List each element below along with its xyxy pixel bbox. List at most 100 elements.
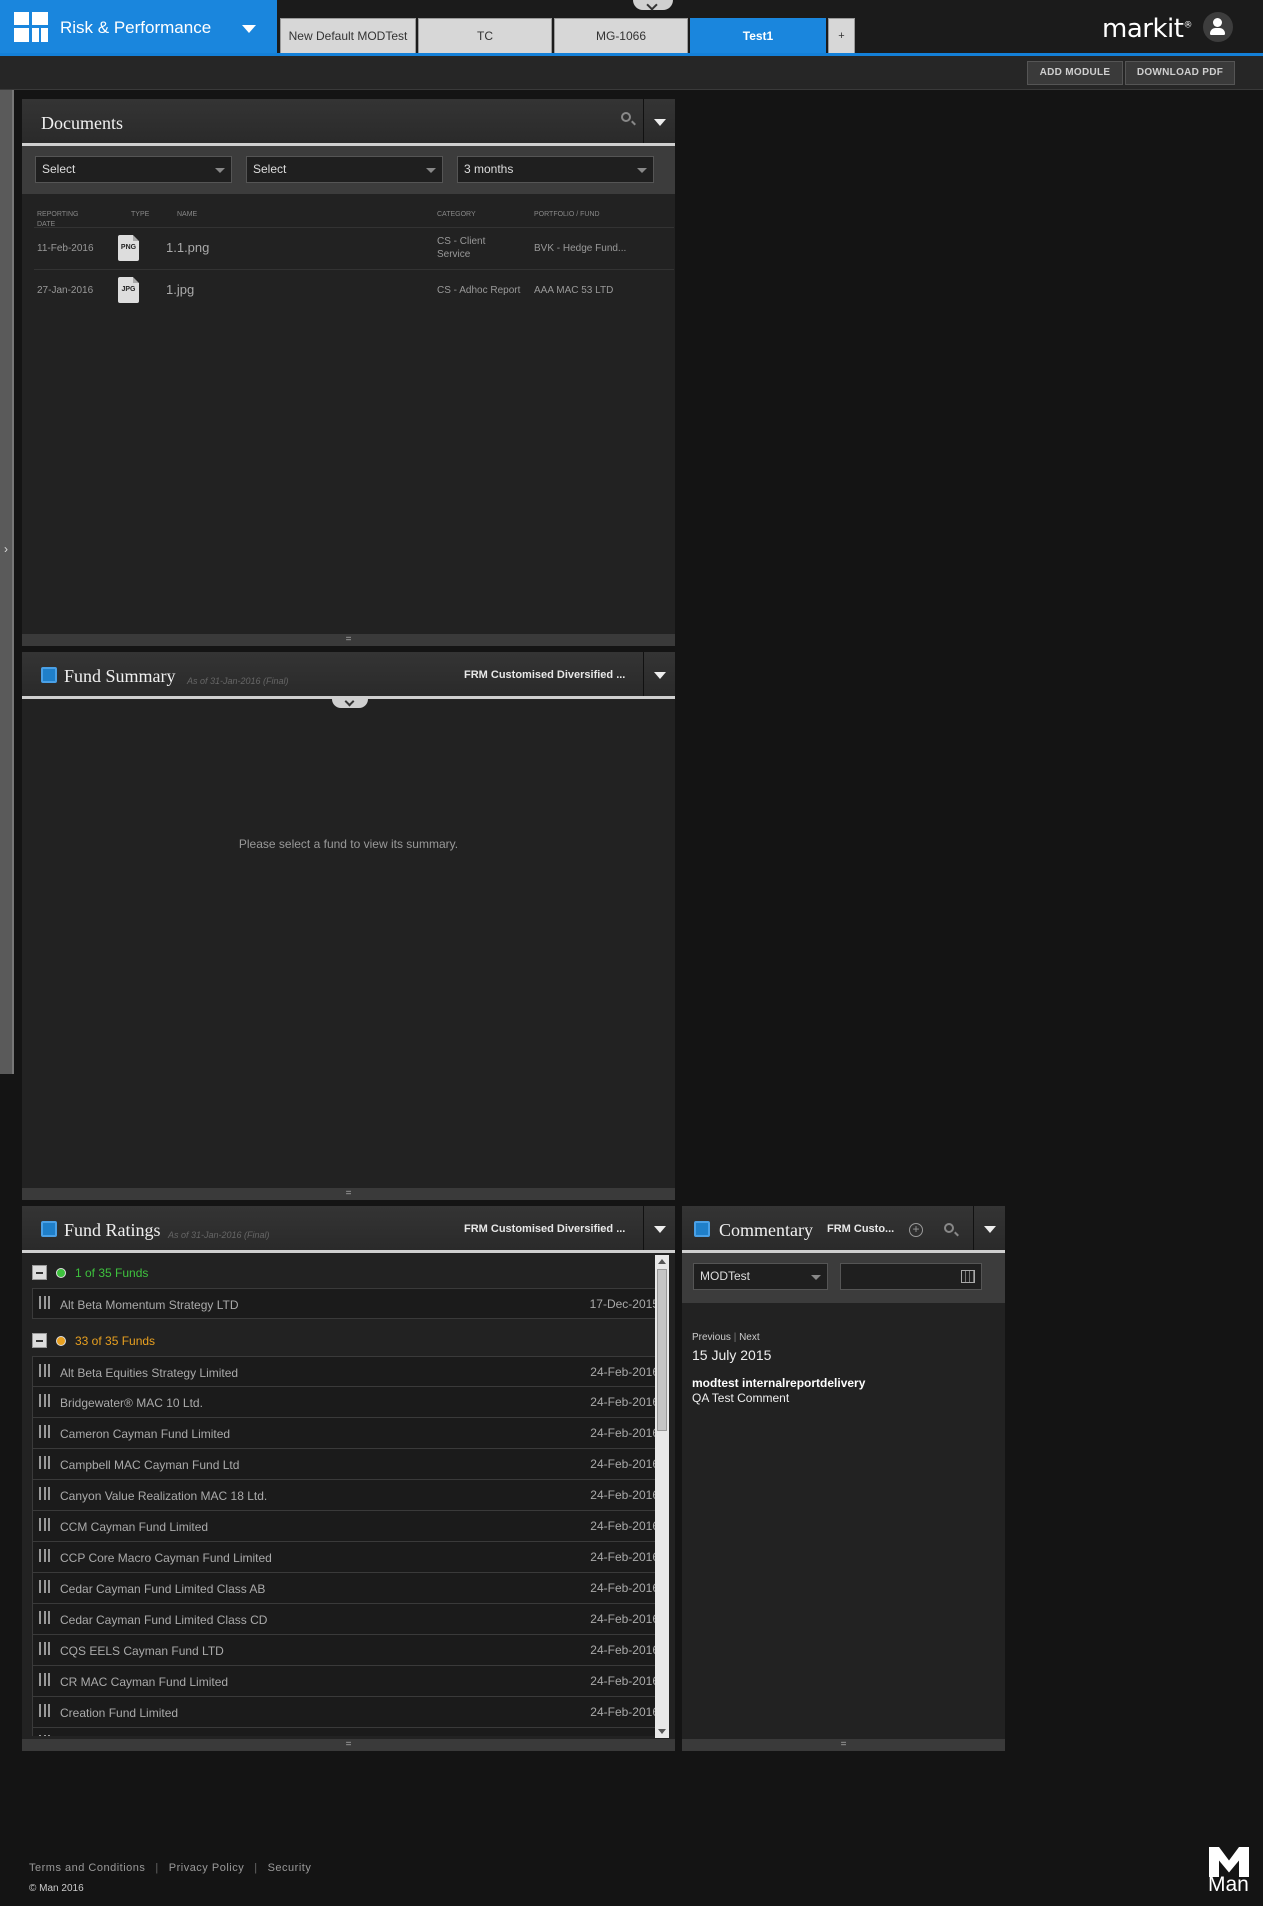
- drag-handle-icon[interactable]: [39, 1394, 50, 1407]
- list-item[interactable]: Cedar Cayman Fund Limited Class CD 24-Fe…: [32, 1604, 668, 1635]
- drag-handle-icon[interactable]: [39, 1673, 50, 1686]
- panel-menu-button[interactable]: [643, 99, 675, 143]
- tab-test1[interactable]: Test1: [690, 18, 826, 53]
- column-header-name[interactable]: NAME: [177, 210, 197, 220]
- document-portfolio: BVK - Hedge Fund...: [534, 243, 627, 254]
- author-select[interactable]: MODTest: [693, 1263, 828, 1290]
- expand-handle[interactable]: [332, 699, 368, 708]
- comment-text: QA Test Comment: [692, 1391, 790, 1405]
- user-icon[interactable]: [1203, 12, 1233, 42]
- rating-date: 24-Feb-2016: [590, 1674, 659, 1688]
- selected-fund[interactable]: FRM Custo...: [827, 1223, 894, 1235]
- previous-link[interactable]: Previous: [692, 1332, 731, 1343]
- list-item[interactable]: Cedar Cayman Fund Limited Class AB 24-Fe…: [32, 1573, 668, 1604]
- selected-fund[interactable]: FRM Customised Diversified ...: [464, 669, 625, 681]
- add-module-button[interactable]: ADD MODULE: [1027, 61, 1123, 85]
- vertical-scrollbar[interactable]: [655, 1255, 669, 1738]
- panel-color-icon: [41, 1221, 57, 1237]
- drag-handle-icon[interactable]: [39, 1487, 50, 1500]
- list-item[interactable]: Canyon Value Realization MAC 18 Ltd. 24-…: [32, 1480, 668, 1511]
- scroll-down-icon[interactable]: [658, 1729, 666, 1734]
- list-item[interactable]: Campbell MAC Cayman Fund Ltd 24-Feb-2016: [32, 1449, 668, 1480]
- terms-link[interactable]: Terms and Conditions: [29, 1862, 145, 1874]
- drag-handle-icon[interactable]: [39, 1456, 50, 1469]
- status-dot-icon: [56, 1268, 66, 1278]
- tab-new-default-modtest[interactable]: New Default MODTest: [280, 18, 416, 53]
- side-drawer-toggle[interactable]: ›: [0, 90, 14, 1074]
- drag-handle-icon[interactable]: [39, 1735, 50, 1736]
- collapse-header-handle[interactable]: [633, 0, 673, 10]
- security-link[interactable]: Security: [268, 1862, 312, 1874]
- panel-menu-button[interactable]: [973, 1206, 1005, 1250]
- brand-name: markit: [1102, 14, 1184, 44]
- drag-handle-icon[interactable]: [39, 1611, 50, 1624]
- document-name[interactable]: 1.jpg: [166, 282, 194, 297]
- document-name[interactable]: 1.1.png: [166, 240, 209, 255]
- footer-links: Terms and Conditions | Privacy Policy | Secu…: [29, 1862, 311, 1874]
- panel-menu-button[interactable]: [643, 1206, 675, 1250]
- list-item[interactable]: Creation Fund Limited 24-Feb-2016: [32, 1697, 668, 1728]
- panel-menu-button[interactable]: [643, 652, 675, 696]
- column-header-type[interactable]: TYPE: [131, 210, 149, 220]
- chevron-down-icon: [426, 168, 436, 173]
- list-item[interactable]: CR MAC Cayman Fund Limited 24-Feb-2016: [32, 1666, 668, 1697]
- column-header-portfolio[interactable]: PORTFOLIO / FUND: [534, 210, 600, 220]
- list-item[interactable]: Alt Beta Equities Strategy Limited 24-Fe…: [32, 1356, 668, 1387]
- table-row[interactable]: 11-Feb-2016 PNG 1.1.png CS - Client Serv…: [34, 227, 674, 269]
- app-switcher[interactable]: Risk & Performance: [0, 0, 277, 53]
- add-comment-icon[interactable]: +: [909, 1223, 923, 1237]
- resize-handle[interactable]: =: [682, 1739, 1005, 1751]
- collapse-icon[interactable]: [32, 1265, 47, 1280]
- copyright: © Man 2016: [29, 1883, 84, 1894]
- list-item[interactable]: Cameron Cayman Fund Limited 24-Feb-2016: [32, 1418, 668, 1449]
- column-header-category[interactable]: CATEGORY: [437, 210, 476, 220]
- calendar-icon[interactable]: [961, 1270, 975, 1283]
- tab-tc[interactable]: TC: [418, 18, 552, 53]
- resize-handle[interactable]: =: [22, 1739, 675, 1751]
- list-item[interactable]: Bridgewater® MAC 10 Ltd. 24-Feb-2016: [32, 1387, 668, 1418]
- download-pdf-button[interactable]: DOWNLOAD PDF: [1125, 61, 1235, 85]
- drag-handle-icon[interactable]: [39, 1296, 50, 1309]
- fund-name: Cedar Cayman Fund Limited Class AB: [60, 1582, 266, 1596]
- filter-value: Select: [42, 162, 76, 176]
- drag-handle-icon[interactable]: [39, 1642, 50, 1655]
- file-type-label: PNG: [120, 244, 137, 251]
- filter-select-2[interactable]: Select: [246, 156, 443, 183]
- fund-name: CR MAC Cayman Fund Limited: [60, 1675, 229, 1689]
- list-item[interactable]: CCP Core Macro Cayman Fund Limited 24-Fe…: [32, 1542, 668, 1573]
- filter-select-1[interactable]: Select: [35, 156, 232, 183]
- commentary-panel: Commentary FRM Custo... + MODTest Previo…: [682, 1206, 1005, 1751]
- drag-handle-icon[interactable]: [39, 1580, 50, 1593]
- drag-handle-icon[interactable]: [39, 1549, 50, 1562]
- next-link[interactable]: Next: [739, 1332, 760, 1343]
- rating-date: 24-Feb-2016: [590, 1426, 659, 1440]
- panel-title: Commentary: [719, 1220, 813, 1240]
- search-icon[interactable]: [621, 112, 631, 122]
- selected-fund[interactable]: FRM Customised Diversified ...: [464, 1223, 625, 1235]
- chevron-down-icon: [811, 1275, 821, 1280]
- drag-handle-icon[interactable]: [39, 1364, 50, 1377]
- collapse-icon[interactable]: [32, 1333, 47, 1348]
- privacy-link[interactable]: Privacy Policy: [169, 1862, 244, 1874]
- list-item[interactable]: Alt Beta Momentum Strategy LTD 17-Dec-20…: [32, 1288, 668, 1319]
- tab-mg-1066[interactable]: MG-1066: [554, 18, 688, 53]
- list-item-partial[interactable]: [32, 1728, 668, 1736]
- scrollbar-thumb[interactable]: [657, 1269, 667, 1431]
- chevron-down-icon: [637, 168, 647, 173]
- list-item[interactable]: CCM Cayman Fund Limited 24-Feb-2016: [32, 1511, 668, 1542]
- app-grid-icon: [14, 12, 48, 42]
- list-item[interactable]: CQS EELS Cayman Fund LTD 24-Feb-2016: [32, 1635, 668, 1666]
- search-icon[interactable]: [944, 1223, 954, 1233]
- add-tab-button[interactable]: +: [828, 18, 855, 53]
- drag-handle-icon[interactable]: [39, 1518, 50, 1531]
- resize-handle[interactable]: =: [22, 634, 675, 646]
- date-input[interactable]: [840, 1263, 982, 1290]
- table-row[interactable]: 27-Jan-2016 JPG 1.jpg CS - Adhoc Report …: [34, 269, 674, 311]
- documents-filters: Select Select 3 months: [22, 146, 675, 194]
- scroll-up-icon[interactable]: [658, 1259, 666, 1264]
- resize-handle[interactable]: =: [22, 1188, 675, 1200]
- drag-handle-icon[interactable]: [39, 1425, 50, 1438]
- date-range-select[interactable]: 3 months: [457, 156, 654, 183]
- drag-handle-icon[interactable]: [39, 1704, 50, 1717]
- chevron-down-icon[interactable]: [242, 25, 256, 33]
